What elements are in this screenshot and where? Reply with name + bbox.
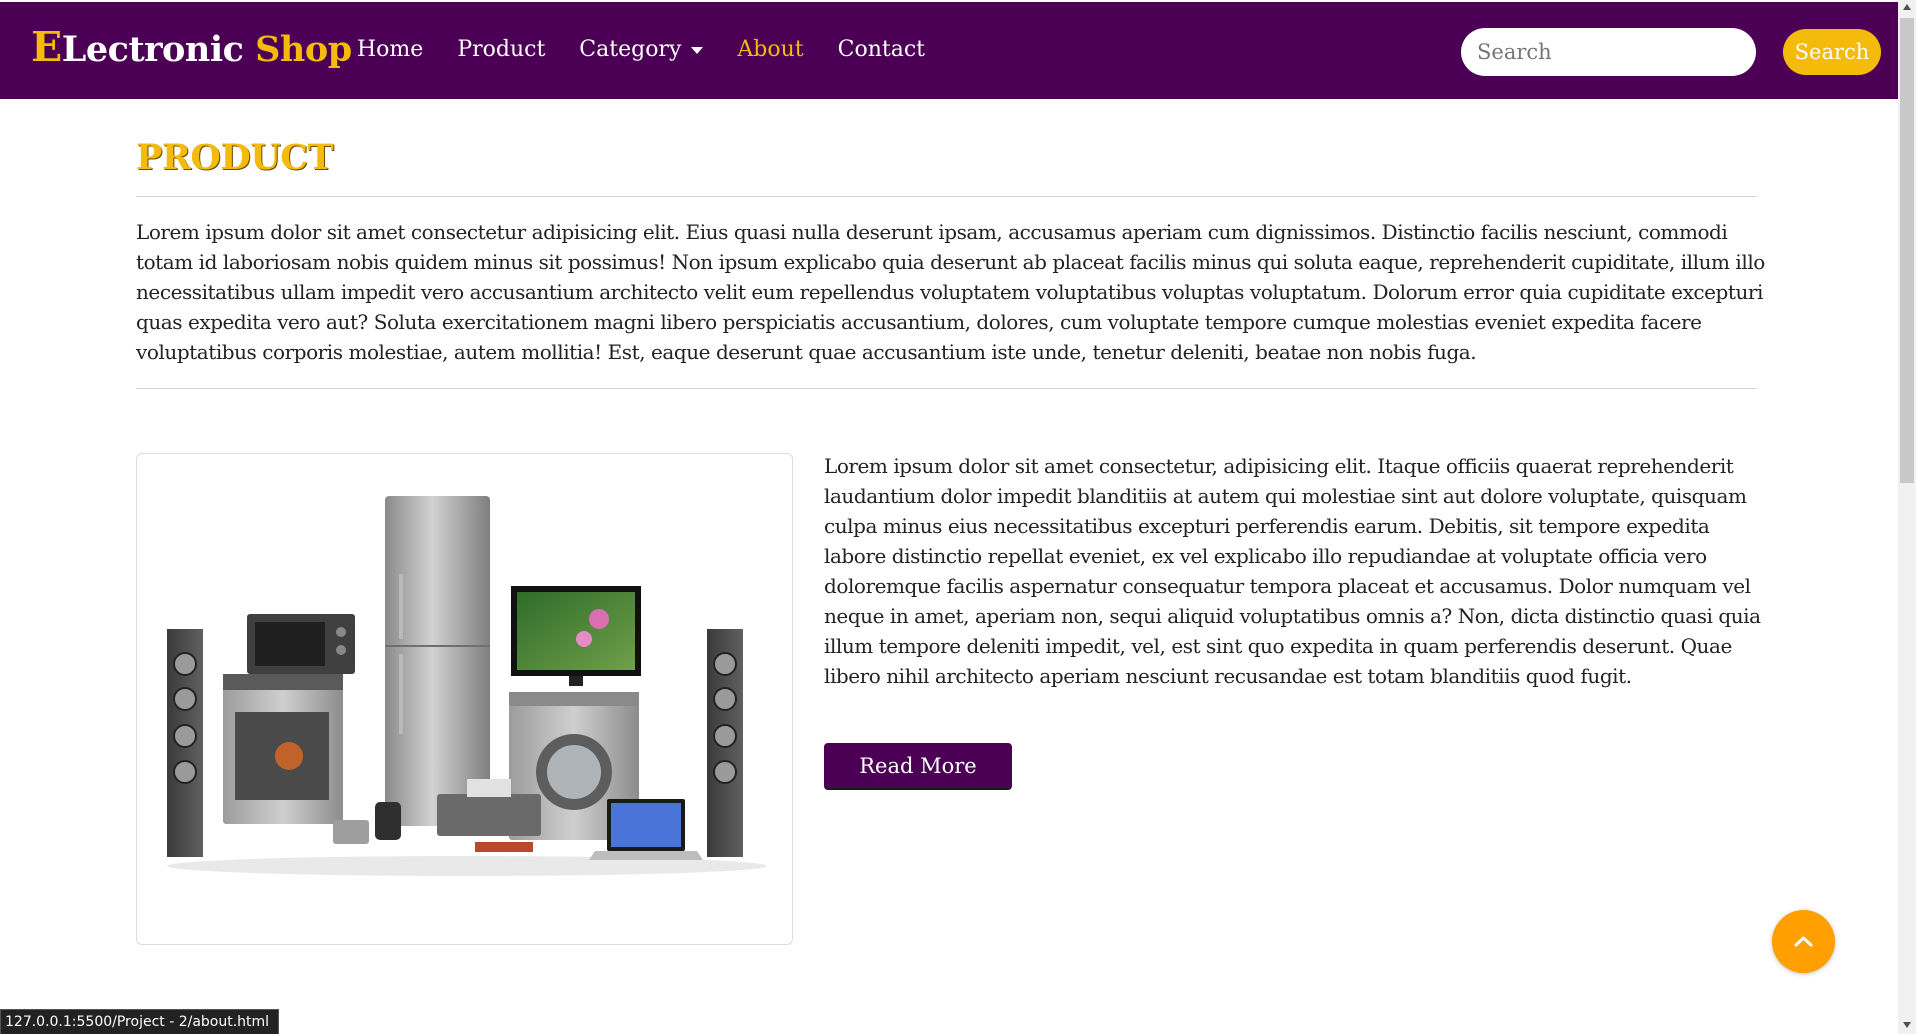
page-scrollbar[interactable]	[1898, 0, 1916, 1034]
nav-link-home-label: Home	[357, 37, 424, 62]
brand-name: Lectronic	[61, 29, 256, 70]
search-input[interactable]	[1461, 28, 1756, 76]
nav-dropdown-category[interactable]: Category	[579, 32, 704, 68]
search-button[interactable]: Search	[1783, 29, 1881, 75]
nav-link-product-label: Product	[457, 37, 546, 62]
page-title: PRODUCT	[136, 137, 334, 178]
scroll-up-arrow-icon[interactable]	[1903, 4, 1911, 10]
scroll-down-arrow-icon[interactable]	[1903, 1022, 1911, 1028]
back-to-top-button[interactable]	[1772, 910, 1835, 973]
intro-paragraph: Lorem ipsum dolor sit amet consectetur a…	[136, 220, 1765, 364]
brand-suffix: Shop	[255, 29, 352, 70]
top-navbar: ELectronic Shop Home Product Category Ab…	[0, 0, 1898, 99]
nav-menu: Home Product Category About Contact	[340, 32, 942, 68]
caret-down-icon	[691, 46, 704, 54]
chevron-up-icon	[1794, 936, 1813, 947]
nav-link-home[interactable]: Home	[357, 32, 423, 68]
nav-dropdown-category-label: Category	[579, 37, 682, 62]
product-image-card	[136, 453, 793, 945]
divider-bottom	[136, 388, 1757, 389]
product-description: Lorem ipsum dolor sit amet consectetur, …	[824, 454, 1761, 688]
nav-link-about[interactable]: About	[737, 32, 803, 68]
nav-link-product[interactable]: Product	[457, 32, 545, 68]
nav-link-about-label: About	[737, 37, 804, 62]
browser-status-bar: 127.0.0.1:5500/Project - 2/about.html	[0, 1009, 280, 1034]
home-appliances-image	[167, 496, 767, 876]
brand-logo[interactable]: ELectronic Shop	[31, 22, 352, 75]
read-more-button[interactable]: Read More	[824, 743, 1012, 788]
nav-link-contact-label: Contact	[837, 37, 925, 62]
divider-top	[136, 196, 1757, 197]
brand-initial: E	[31, 23, 62, 71]
nav-link-contact[interactable]: Contact	[838, 32, 925, 68]
scrollbar-thumb[interactable]	[1900, 18, 1914, 483]
